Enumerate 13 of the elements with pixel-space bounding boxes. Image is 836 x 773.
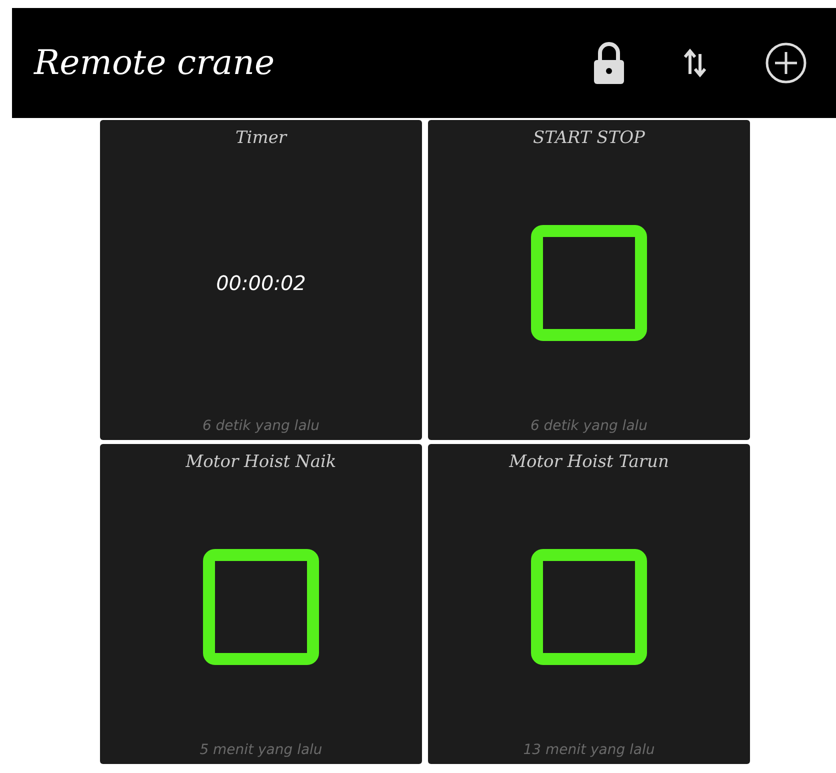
tile-title: Motor Hoist Tarun: [509, 452, 669, 472]
toggle-button[interactable]: [203, 549, 319, 665]
tile-title: START STOP: [533, 128, 645, 148]
tile-title: Motor Hoist Naik: [186, 452, 336, 472]
timer-value: 00:00:02: [216, 271, 306, 295]
updated-time: 6 detik yang lalu: [530, 418, 648, 434]
updated-time: 13 menit yang lalu: [523, 742, 655, 758]
toggle-button[interactable]: [531, 549, 647, 665]
app-title: Remote crane: [34, 43, 276, 83]
updated-time: 6 detik yang lalu: [202, 418, 320, 434]
tile-title: Timer: [235, 128, 287, 148]
updated-time: 5 menit yang lalu: [200, 742, 322, 758]
toggle-button[interactable]: [531, 225, 647, 341]
